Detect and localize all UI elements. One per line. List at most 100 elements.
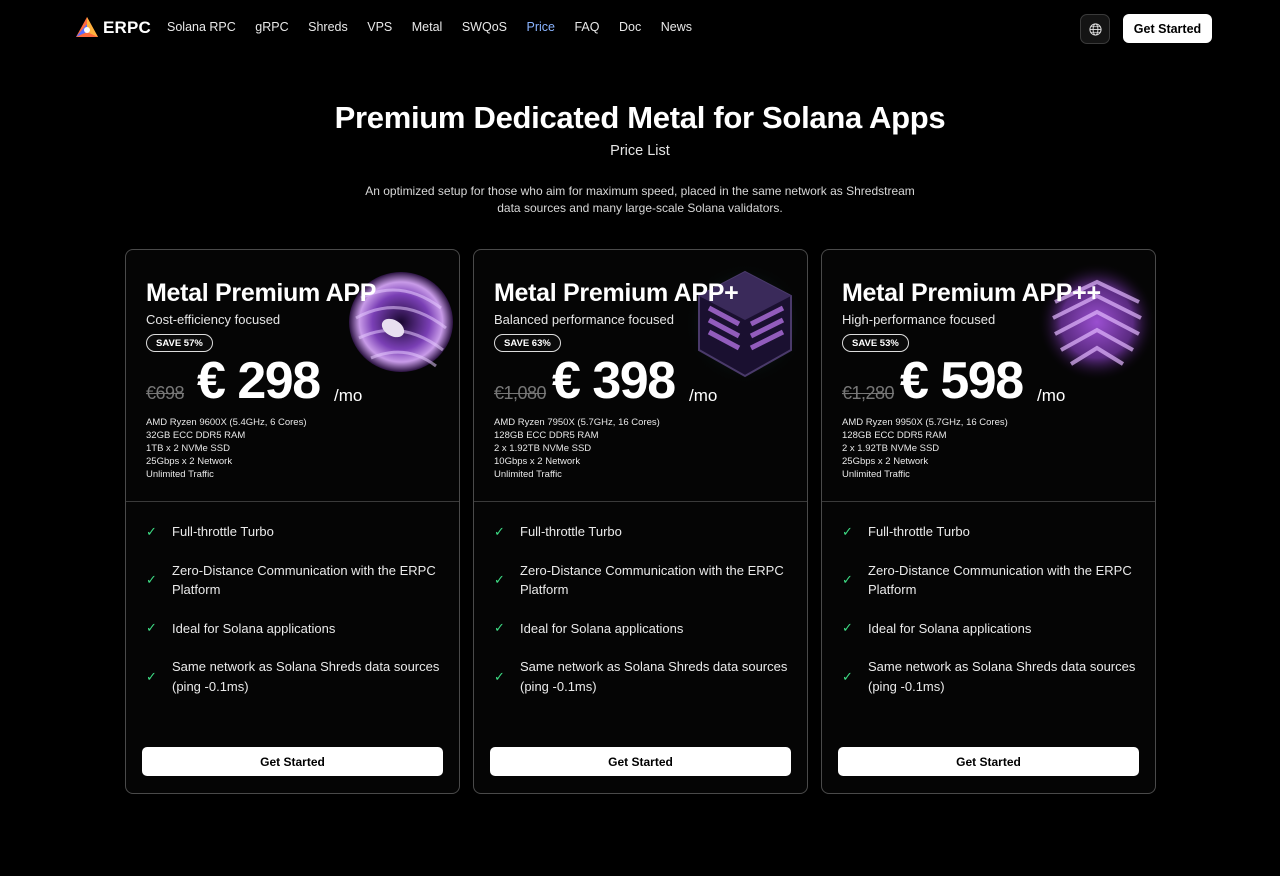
plan-specs: AMD Ryzen 9600X (5.4GHz, 6 Cores) 32GB E… <box>146 416 307 481</box>
feature-item: ✓ Same network as Solana Shreds data sour… <box>146 657 446 696</box>
spec-ram: 32GB ECC DDR5 RAM <box>146 430 246 441</box>
check-icon: ✓ <box>842 523 853 539</box>
feature-item: ✓ Ideal for Solana applications <box>146 619 446 639</box>
nav-link-grpc[interactable]: gRPC <box>255 20 288 34</box>
plan-get-started-button[interactable]: Get Started <box>838 747 1139 776</box>
spec-storage: 1TB x 2 NVMe SSD <box>146 443 230 454</box>
spec-network: 25Gbps x 2 Network <box>842 456 929 467</box>
old-price: €1,080 <box>494 383 547 403</box>
old-price: €1,280 <box>842 383 895 403</box>
feature-list: ✓ Full-throttle Turbo ✓ Zero-Distance Comm… <box>494 522 794 715</box>
language-button[interactable] <box>1080 14 1110 44</box>
page-subtitle: Price List <box>610 143 670 159</box>
save-badge: SAVE 53% <box>842 334 909 352</box>
plan-focus: High-performance focused <box>842 312 996 327</box>
plan-specs: AMD Ryzen 9950X (5.7GHz, 16 Cores) 128GB… <box>842 416 1008 481</box>
plan-card-app-plus: Metal Premium APP+ Balanced performance … <box>473 249 808 794</box>
feature-item: ✓ Full-throttle Turbo <box>842 522 1142 542</box>
plan-header: Metal Premium APP++ High-performance foc… <box>822 250 1155 502</box>
feature-text: Same network as Solana Shreds data sourc… <box>868 659 1136 694</box>
plan-card-app-plus-plus: Metal Premium APP++ High-performance foc… <box>821 249 1156 794</box>
spec-traffic: Unlimited Traffic <box>842 469 910 480</box>
spec-storage: 2 x 1.92TB NVMe SSD <box>494 443 592 454</box>
feature-item: ✓ Ideal for Solana applications <box>842 619 1142 639</box>
plan-name: Metal Premium APP <box>146 279 377 307</box>
save-badge: SAVE 63% <box>494 334 561 352</box>
plan-specs: AMD Ryzen 7950X (5.7GHz, 16 Cores) 128GB… <box>494 416 660 481</box>
nav-link-news[interactable]: News <box>661 20 692 34</box>
check-icon: ✓ <box>146 668 157 684</box>
plan-price: € 298 <box>197 352 321 410</box>
price-period: /mo <box>334 386 363 405</box>
nav-link-vps[interactable]: VPS <box>367 20 392 34</box>
price-period: /mo <box>689 386 718 405</box>
page-title: Premium Dedicated Metal for Solana Apps <box>334 100 946 135</box>
cube-art-icon <box>683 262 807 386</box>
check-icon: ✓ <box>146 523 157 539</box>
plan-name: Metal Premium APP+ <box>494 279 739 307</box>
nav-link-doc[interactable]: Doc <box>619 20 641 34</box>
feature-item: ✓ Same network as Solana Shreds data sour… <box>842 657 1142 696</box>
plan-focus: Cost-efficiency focused <box>146 312 281 327</box>
save-badge: SAVE 57% <box>146 334 213 352</box>
feature-text: Full-throttle Turbo <box>868 524 970 539</box>
spec-traffic: Unlimited Traffic <box>494 469 562 480</box>
torus-art-icon <box>349 272 453 372</box>
feature-list: ✓ Full-throttle Turbo ✓ Zero-Distance Comm… <box>146 522 446 715</box>
globe-icon <box>1088 22 1102 36</box>
spec-storage: 2 x 1.92TB NVMe SSD <box>842 443 940 454</box>
feature-item: ✓ Zero-Distance Communication with the ER… <box>842 561 1142 600</box>
plan-focus: Balanced performance focused <box>494 312 674 327</box>
feature-item: ✓ Ideal for Solana applications <box>494 619 794 639</box>
spec-network: 25Gbps x 2 Network <box>146 456 233 467</box>
top-navbar: ERPC Solana RPC gRPC Shreds VPS Metal SW… <box>0 0 1280 57</box>
check-icon: ✓ <box>842 572 853 587</box>
feature-item: ✓ Zero-Distance Communication with the ER… <box>494 561 794 600</box>
plan-header: Metal Premium APP Cost-efficiency focuse… <box>126 250 459 502</box>
spec-traffic: Unlimited Traffic <box>146 469 214 480</box>
page-description: An optimized setup for those who aim for… <box>365 184 915 215</box>
nav-link-shreds[interactable]: Shreds <box>308 20 348 34</box>
plan-get-started-button[interactable]: Get Started <box>490 747 791 776</box>
check-icon: ✓ <box>494 523 505 539</box>
feature-item: ✓ Zero-Distance Communication with the ER… <box>146 561 446 600</box>
plan-card-app: Metal Premium APP Cost-efficiency focuse… <box>125 249 460 794</box>
feature-text: Zero-Distance Communication with the ERP… <box>520 562 784 598</box>
nav-link-solana-rpc[interactable]: Solana RPC <box>167 20 236 34</box>
plan-get-started-button[interactable]: Get Started <box>142 747 443 776</box>
nav-link-swqos[interactable]: SWQoS <box>462 20 507 34</box>
feature-text: Ideal for Solana applications <box>172 620 336 636</box>
feature-item: ✓ Same network as Solana Shreds data sour… <box>494 657 794 696</box>
check-icon: ✓ <box>494 668 505 684</box>
check-icon: ✓ <box>146 620 157 636</box>
check-icon: ✓ <box>494 572 505 587</box>
nav-link-price[interactable]: Price <box>527 20 555 34</box>
feature-text: Zero-Distance Communication with the ERP… <box>868 562 1132 598</box>
spec-network: 10Gbps x 2 Network <box>494 456 581 467</box>
feature-item: ✓ Full-throttle Turbo <box>146 522 446 542</box>
feature-text: Ideal for Solana applications <box>520 620 684 636</box>
feature-list: ✓ Full-throttle Turbo ✓ Zero-Distance Comm… <box>842 522 1142 715</box>
nav-link-faq[interactable]: FAQ <box>574 20 599 34</box>
logo[interactable]: ERPC <box>74 15 151 41</box>
spec-ram: 128GB ECC DDR5 RAM <box>494 430 599 441</box>
check-icon: ✓ <box>146 572 157 587</box>
feature-text: Zero-Distance Communication with the ERP… <box>172 562 436 598</box>
feature-text: Full-throttle Turbo <box>172 524 274 539</box>
plan-price: € 598 <box>900 352 1024 410</box>
feature-item: ✓ Full-throttle Turbo <box>494 522 794 542</box>
nav-links: Solana RPC gRPC Shreds VPS Metal SWQoS P… <box>167 20 712 34</box>
old-price: €698 <box>146 383 185 403</box>
check-icon: ✓ <box>842 668 853 684</box>
check-icon: ✓ <box>494 620 505 636</box>
header-get-started-button[interactable]: Get Started <box>1123 14 1212 43</box>
sphere-art-icon <box>1037 262 1155 382</box>
price-period: /mo <box>1037 386 1066 405</box>
check-icon: ✓ <box>842 620 853 636</box>
spec-cpu: AMD Ryzen 7950X (5.7GHz, 16 Cores) <box>494 417 660 428</box>
feature-text: Same network as Solana Shreds data sourc… <box>172 659 440 694</box>
erpc-logo-icon <box>76 17 98 37</box>
plan-name: Metal Premium APP++ <box>842 279 1101 307</box>
logo-text: ERPC <box>103 18 152 37</box>
nav-link-metal[interactable]: Metal <box>412 20 443 34</box>
